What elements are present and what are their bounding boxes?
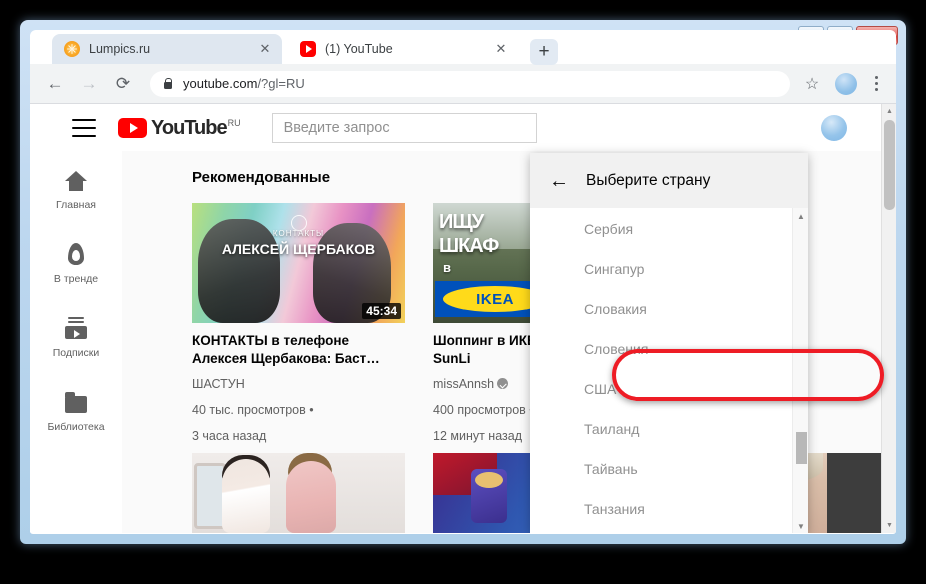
video-age: 3 часа назад: [192, 427, 405, 446]
sidebar-item-label: В тренде: [54, 273, 98, 285]
video-views: 40 тыс. просмотров •: [192, 401, 405, 420]
browser-toolbar: ← → ⟳ youtube.com/?gl=RU ☆: [30, 64, 896, 104]
tab-title: Lumpics.ru: [89, 42, 256, 56]
page-viewport: YouTube RU Введите запрос Главная В трен…: [30, 104, 896, 533]
tab-title: (1) YouTube: [325, 42, 492, 56]
video-thumbnail[interactable]: КОНТАКТЫ АЛЕКСЕЙ ЩЕРБАКОВ 45:34: [192, 203, 405, 323]
country-item-serbia[interactable]: Сербия: [530, 209, 792, 249]
url-host: youtube.com: [183, 76, 257, 91]
new-tab-button[interactable]: +: [530, 39, 558, 65]
profile-avatar[interactable]: [835, 73, 857, 95]
flame-icon: [68, 239, 84, 265]
youtube-logo-text: YouTube: [151, 118, 227, 138]
scrollbar-thumb[interactable]: [884, 120, 895, 210]
back-arrow-icon[interactable]: ←: [546, 168, 572, 194]
youtube-masthead: YouTube RU Введите запрос: [30, 104, 881, 151]
three-dot-menu-icon[interactable]: [866, 76, 886, 91]
play-icon: [118, 118, 147, 138]
chrome-browser: Lumpics.ru ✕ (1) YouTube ✕ + ← → ⟳ youtu…: [30, 30, 896, 534]
youtube-logo[interactable]: YouTube RU: [118, 118, 241, 138]
thumbnail-text-3: в: [443, 260, 451, 275]
scroll-up-arrow-icon[interactable]: ▲: [793, 208, 809, 224]
country-item-slovakia[interactable]: Словакия: [530, 289, 792, 329]
youtube-guide-sidebar: Главная В тренде Подписки Библиотека: [30, 151, 122, 533]
video-title[interactable]: КОНТАКТЫ в телефоне Алексея Щербакова: Б…: [192, 332, 405, 368]
forward-icon[interactable]: →: [74, 69, 104, 99]
sidebar-item-label: Библиотека: [47, 421, 104, 433]
country-panel-title: Выберите страну: [586, 172, 710, 190]
tab-strip: Lumpics.ru ✕ (1) YouTube ✕ +: [30, 30, 896, 64]
country-selector-panel: ← Выберите страну Сербия Сингапур Словак…: [530, 153, 808, 533]
page-scrollbar[interactable]: ▲ ▼: [881, 104, 896, 533]
thumbnail-overlay-big: АЛЕКСЕЙ ЩЕРБАКОВ: [192, 241, 405, 257]
sidebar-item-library[interactable]: Библиотека: [30, 373, 122, 447]
sidebar-item-trending[interactable]: В тренде: [30, 225, 122, 299]
close-icon[interactable]: ✕: [492, 40, 510, 58]
thumbnail-overlay-small: КОНТАКТЫ: [192, 229, 405, 238]
country-item-taiwan[interactable]: Тайвань: [530, 449, 792, 489]
search-input[interactable]: Введите запрос: [272, 113, 537, 143]
youtube-content-area: Рекомендованные КОНТАКТЫ АЛЕКСЕЙ ЩЕРБАКО…: [122, 151, 881, 533]
video-duration: 45:34: [362, 303, 401, 319]
verified-badge-icon: [497, 378, 508, 389]
lock-icon: [162, 77, 173, 90]
sidebar-item-subscriptions[interactable]: Подписки: [30, 299, 122, 373]
scroll-up-arrow-icon[interactable]: ▲: [882, 104, 896, 119]
os-window: ✕ Lumpics.ru ✕ (1) YouTube ✕ + ← → ⟳ y: [20, 20, 906, 544]
tab-youtube[interactable]: (1) YouTube ✕: [288, 34, 518, 64]
sidebar-item-home[interactable]: Главная: [30, 151, 122, 225]
country-item-tanzania[interactable]: Танзания: [530, 489, 792, 529]
reload-icon[interactable]: ⟳: [108, 69, 138, 99]
address-bar[interactable]: youtube.com/?gl=RU: [150, 71, 790, 97]
tab-lumpics[interactable]: Lumpics.ru ✕: [52, 34, 282, 64]
scroll-down-arrow-icon[interactable]: ▼: [793, 518, 809, 533]
country-code-label: RU: [228, 118, 241, 129]
close-icon[interactable]: ✕: [256, 40, 274, 58]
video-channel[interactable]: ШАСТУН: [192, 375, 405, 394]
orange-circle-icon: [64, 41, 80, 57]
thumbnail-text-2: ШКАФ: [439, 235, 498, 258]
scroll-down-arrow-icon[interactable]: ▼: [882, 518, 896, 533]
video-channel-name: missAnnsh: [433, 377, 494, 391]
account-avatar[interactable]: [821, 115, 847, 141]
country-item-thailand[interactable]: Таиланд: [530, 409, 792, 449]
bookmark-star-icon[interactable]: ☆: [798, 70, 826, 98]
country-panel-header: ← Выберите страну: [530, 153, 808, 208]
country-item-singapore[interactable]: Сингапур: [530, 249, 792, 289]
url-path: /?gl=RU: [257, 76, 304, 91]
scrollbar-thumb[interactable]: [796, 432, 807, 464]
home-icon: [65, 165, 87, 191]
thumbnail-art: [192, 453, 405, 533]
hamburger-menu-icon[interactable]: [72, 119, 96, 137]
video-thumbnail[interactable]: [192, 453, 405, 533]
video-card[interactable]: КОНТАКТЫ АЛЕКСЕЙ ЩЕРБАКОВ 45:34 КОНТАКТЫ…: [192, 203, 405, 446]
sidebar-item-label: Подписки: [53, 347, 100, 359]
library-folder-icon: [65, 387, 87, 413]
youtube-icon: [300, 41, 316, 57]
sidebar-item-label: Главная: [56, 199, 96, 211]
search-placeholder: Введите запрос: [284, 120, 390, 136]
thumbnail-text-1: ИЩУ: [439, 211, 483, 234]
highlight-annotation: [612, 349, 884, 401]
subscriptions-icon: [65, 313, 87, 339]
back-icon[interactable]: ←: [40, 69, 70, 99]
